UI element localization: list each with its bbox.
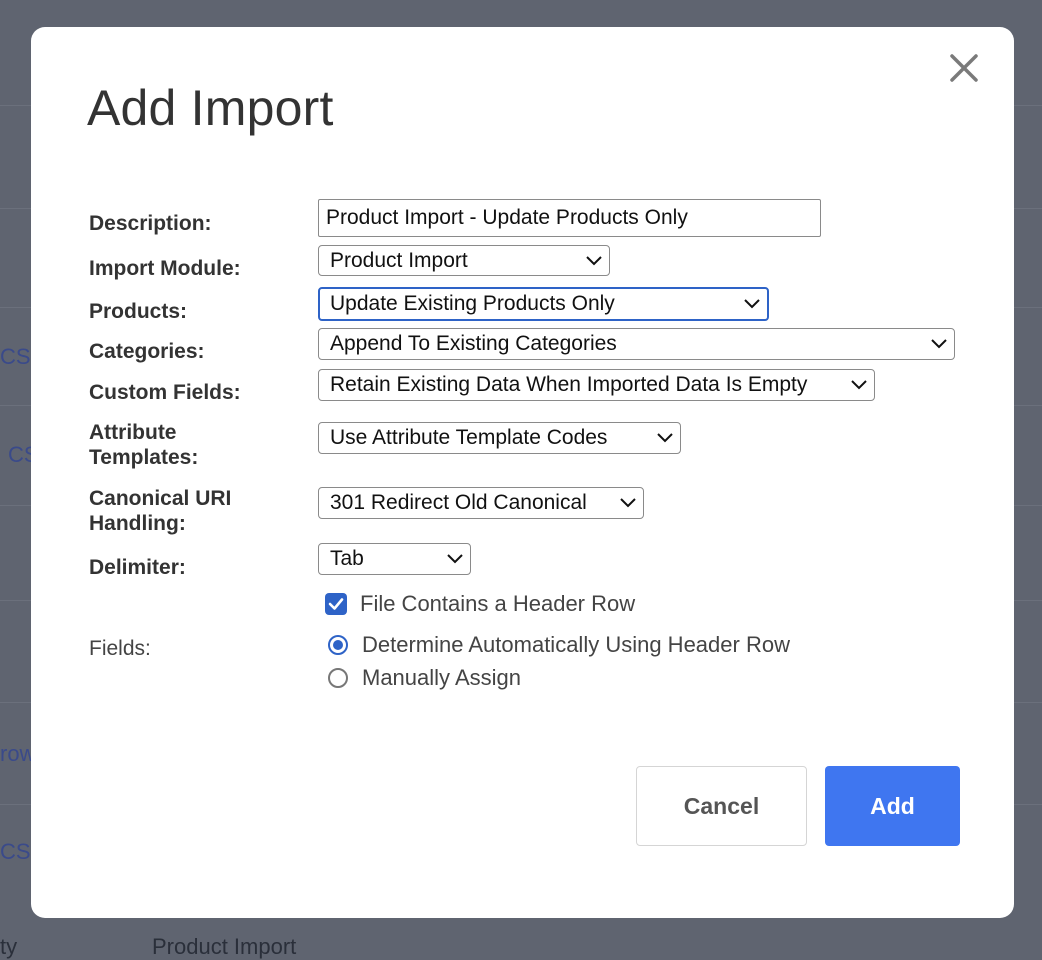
custom-fields-label: Custom Fields:: [89, 381, 241, 404]
canonical-uri-label: Canonical URI Handling:: [89, 486, 231, 536]
description-label: Description:: [89, 212, 212, 235]
chevron-down-icon: [851, 380, 867, 390]
chevron-down-icon: [620, 498, 636, 508]
canonical-uri-value: 301 Redirect Old Canonical: [330, 491, 587, 514]
bg-text-fragment: ty: [0, 934, 18, 959]
categories-select[interactable]: Append To Existing Categories: [318, 328, 955, 360]
canonical-uri-select[interactable]: 301 Redirect Old Canonical: [318, 487, 644, 519]
import-module-label: Import Module:: [89, 257, 241, 280]
import-module-value: Product Import: [330, 248, 468, 272]
close-button[interactable]: [945, 49, 983, 87]
bg-text-fragment: CS: [0, 344, 31, 369]
description-input[interactable]: Product Import - Update Products Only: [318, 199, 821, 237]
radio-manually-assign[interactable]: [328, 668, 348, 688]
attribute-templates-label: Attribute Templates:: [89, 420, 198, 470]
add-import-modal: Add Import Description: Product Import -…: [31, 27, 1014, 918]
chevron-down-icon: [586, 255, 602, 265]
cancel-button[interactable]: Cancel: [636, 766, 807, 846]
categories-label: Categories:: [89, 340, 205, 363]
attribute-templates-label-line2: Templates:: [89, 446, 199, 469]
categories-value: Append To Existing Categories: [330, 332, 617, 355]
canonical-uri-label-line2: Handling:: [89, 512, 186, 535]
chevron-down-icon: [931, 339, 947, 349]
bg-text-fragment: Product Import: [152, 934, 297, 959]
chevron-down-icon: [744, 299, 760, 309]
header-row-label: File Contains a Header Row: [360, 591, 636, 616]
fields-label: Fields:: [89, 637, 151, 660]
custom-fields-select[interactable]: Retain Existing Data When Imported Data …: [318, 369, 875, 401]
custom-fields-value: Retain Existing Data When Imported Data …: [330, 373, 808, 396]
delimiter-label: Delimiter:: [89, 556, 186, 579]
products-value: Update Existing Products Only: [330, 292, 615, 315]
close-icon: [950, 54, 978, 82]
radio-manually-assign-label: Manually Assign: [362, 665, 521, 690]
attribute-templates-label-line1: Attribute: [89, 421, 177, 444]
attribute-templates-value: Use Attribute Template Codes: [330, 426, 608, 449]
description-value: Product Import - Update Products Only: [326, 206, 688, 229]
modal-title: Add Import: [87, 80, 334, 136]
add-button[interactable]: Add: [825, 766, 960, 846]
attribute-templates-select[interactable]: Use Attribute Template Codes: [318, 422, 681, 454]
products-label: Products:: [89, 300, 188, 323]
import-module-select[interactable]: Product Import: [318, 245, 610, 276]
chevron-down-icon: [657, 433, 673, 443]
delimiter-select[interactable]: Tab: [318, 543, 471, 575]
canonical-uri-label-line1: Canonical URI: [89, 487, 232, 510]
delimiter-value: Tab: [330, 547, 364, 570]
products-select[interactable]: Update Existing Products Only: [318, 287, 769, 321]
header-row-checkbox[interactable]: [325, 593, 347, 615]
radio-determine-automatically[interactable]: [328, 635, 348, 655]
radio-determine-automatically-label: Determine Automatically Using Header Row: [362, 632, 790, 657]
chevron-down-icon: [447, 554, 463, 564]
bg-text-fragment: CS: [0, 839, 31, 864]
checkmark-icon: [328, 598, 344, 610]
